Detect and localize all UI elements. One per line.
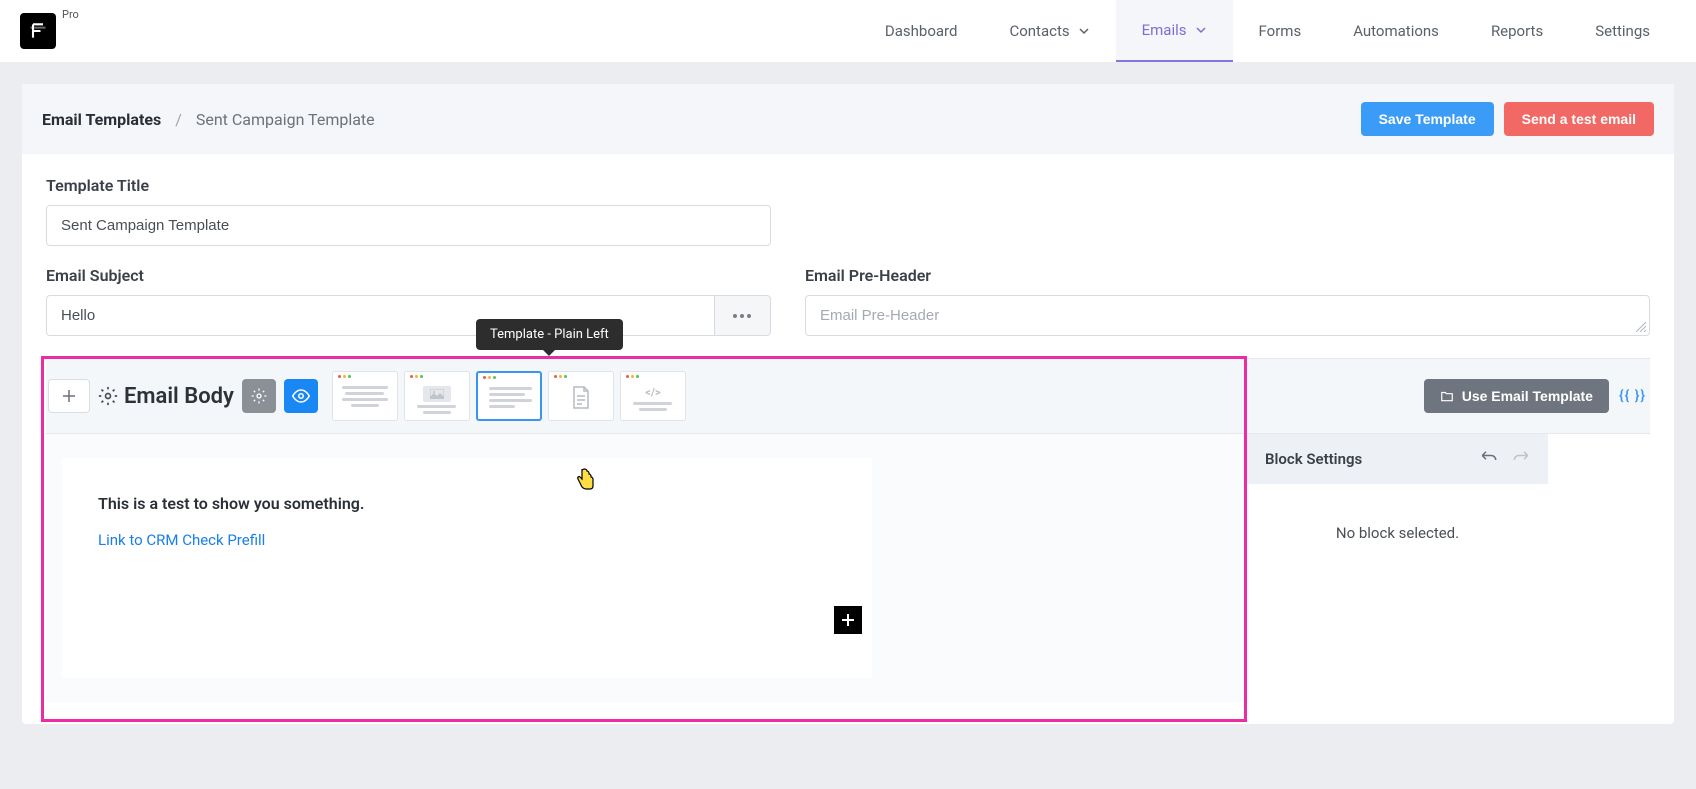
save-template-button[interactable]: Save Template — [1361, 102, 1494, 136]
nav-reports[interactable]: Reports — [1465, 0, 1569, 62]
template-tooltip: Template - Plain Left — [476, 319, 623, 350]
undo-button[interactable] — [1480, 448, 1498, 470]
block-settings-sidebar: Block Settings No block selected. — [1246, 434, 1548, 702]
subject-options-button[interactable] — [714, 295, 771, 336]
chevron-down-icon — [1195, 24, 1207, 36]
preview-button[interactable] — [284, 379, 318, 413]
email-preheader-input[interactable] — [805, 295, 1650, 336]
editor-toolbar: Template - Plain Left Email Body — [46, 358, 1650, 434]
breadcrumb-root[interactable]: Email Templates — [42, 110, 161, 129]
nav-dashboard[interactable]: Dashboard — [859, 0, 984, 62]
email-canvas[interactable]: This is a test to show you something. Li… — [62, 458, 872, 678]
breadcrumb-separator: / — [175, 110, 182, 129]
canvas-add-block-button[interactable] — [834, 606, 862, 634]
sidebar-title: Block Settings — [1265, 450, 1362, 468]
nav-settings[interactable]: Settings — [1569, 0, 1676, 62]
pro-badge: Pro — [62, 8, 79, 21]
email-body-title: Email Body — [98, 384, 234, 409]
insert-variable-button[interactable]: {{ }} — [1619, 388, 1646, 404]
use-email-template-button[interactable]: Use Email Template — [1424, 379, 1609, 413]
canvas-text-block[interactable]: This is a test to show you something. — [98, 494, 836, 513]
code-icon: </> — [645, 386, 661, 399]
gear-icon — [251, 388, 267, 404]
nav-items: Dashboard Contacts Emails Forms Automati… — [859, 0, 1676, 62]
field-email-preheader: Email Pre-Header — [805, 266, 1650, 336]
email-canvas-area: This is a test to show you something. Li… — [46, 434, 1246, 702]
gear-icon — [98, 386, 118, 406]
add-block-button[interactable] — [48, 379, 90, 413]
template-thumb-centered[interactable] — [332, 371, 398, 421]
email-preheader-label: Email Pre-Header — [805, 266, 1650, 285]
redo-button[interactable] — [1512, 448, 1530, 470]
nav-emails[interactable]: Emails — [1116, 0, 1233, 62]
chevron-down-icon — [1078, 25, 1090, 37]
nav-contacts[interactable]: Contacts — [983, 0, 1115, 62]
image-icon — [430, 389, 444, 399]
document-icon — [571, 386, 591, 410]
page-header: Email Templates / Sent Campaign Template… — [22, 84, 1674, 154]
breadcrumb: Email Templates / Sent Campaign Template — [42, 110, 375, 129]
editor-settings-button[interactable] — [242, 379, 276, 413]
template-title-label: Template Title — [46, 176, 771, 195]
plus-icon — [841, 613, 855, 627]
eye-icon — [292, 387, 310, 405]
app-logo — [20, 13, 56, 49]
field-template-title: Template Title — [46, 176, 771, 246]
nav-forms[interactable]: Forms — [1233, 0, 1328, 62]
template-title-input[interactable] — [46, 205, 771, 246]
template-thumb-code[interactable]: </> — [620, 371, 686, 421]
sidebar-empty-message: No block selected. — [1247, 484, 1548, 582]
template-thumb-plain-left[interactable] — [476, 371, 542, 421]
undo-icon — [1480, 448, 1498, 466]
nav-automations[interactable]: Automations — [1327, 0, 1465, 62]
redo-icon — [1512, 448, 1530, 466]
template-thumb-document[interactable] — [548, 371, 614, 421]
canvas-link[interactable]: Link to CRM Check Prefill — [98, 531, 836, 549]
top-navigation: Pro Dashboard Contacts Emails Forms Auto… — [0, 0, 1696, 62]
sidebar-header: Block Settings — [1247, 434, 1548, 484]
email-subject-label: Email Subject — [46, 266, 771, 285]
ellipsis-icon — [733, 314, 751, 318]
template-thumb-image[interactable] — [404, 371, 470, 421]
folder-icon — [1440, 389, 1454, 403]
field-email-subject: Email Subject — [46, 266, 771, 336]
send-test-button[interactable]: Send a test email — [1504, 102, 1654, 136]
breadcrumb-current: Sent Campaign Template — [196, 110, 375, 129]
